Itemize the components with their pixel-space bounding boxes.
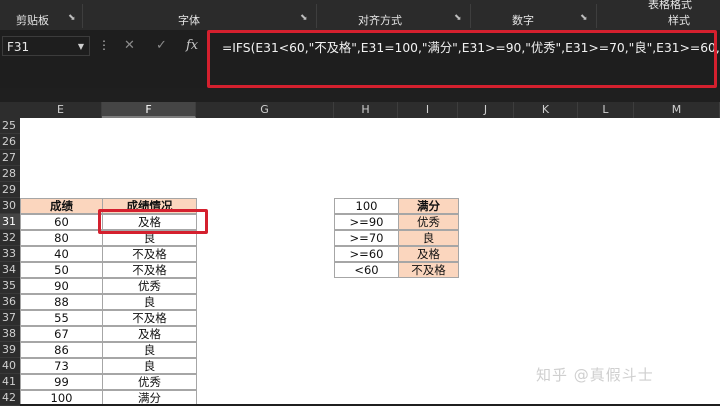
score-cell[interactable]: 80 — [20, 230, 103, 246]
more-options-icon[interactable]: ⋮ — [98, 38, 110, 52]
ribbon-separator — [596, 4, 597, 28]
score-cell[interactable]: 50 — [20, 262, 103, 278]
score-cell[interactable]: 100 — [20, 390, 103, 404]
level-cell[interactable]: 满分 — [398, 198, 459, 214]
cancel-icon[interactable]: ✕ — [124, 38, 135, 53]
grade-cell[interactable]: 满分 — [102, 390, 197, 404]
chevron-down-icon[interactable]: ▼ — [78, 37, 84, 57]
threshold-cell[interactable]: <60 — [334, 262, 399, 278]
styles-group-label: 样式 — [668, 14, 690, 27]
grade-cell[interactable]: 不及格 — [102, 310, 197, 326]
grade-cell[interactable]: 不及格 — [102, 262, 197, 278]
threshold-cell[interactable]: >=90 — [334, 214, 399, 230]
ribbon-separator — [470, 4, 471, 28]
score-cell[interactable]: 40 — [20, 246, 103, 262]
alignment-group-label: 对齐方式 — [358, 14, 402, 27]
formula-highlight-box — [207, 30, 717, 88]
cell-highlight-box — [98, 209, 208, 234]
threshold-cell[interactable]: 100 — [334, 198, 399, 214]
watermark: 知乎 @真假斗士 — [536, 364, 654, 385]
column-header-h[interactable]: H — [334, 102, 398, 118]
level-cell[interactable]: 良 — [398, 230, 459, 246]
clipboard-group-label: 剪贴板 — [16, 14, 49, 27]
table-format-button[interactable]: 表格格式 — [648, 0, 692, 12]
row-header-30[interactable]: 30 — [0, 198, 20, 214]
grade-cell[interactable]: 良 — [102, 294, 197, 310]
row-header-26[interactable]: 26 — [0, 134, 20, 150]
column-header-f[interactable]: F — [102, 102, 196, 118]
enter-icon[interactable]: ✓ — [156, 38, 167, 53]
column-header-i[interactable]: I — [398, 102, 458, 118]
ribbon-separator — [82, 4, 83, 28]
grade-cell[interactable]: 不及格 — [102, 246, 197, 262]
row-header-29[interactable]: 29 — [0, 182, 20, 198]
alignment-launcher-icon[interactable]: ⬊ — [454, 13, 462, 23]
row-header-34[interactable]: 34 — [0, 262, 20, 278]
score-cell[interactable]: 88 — [20, 294, 103, 310]
row-header-31[interactable]: 31 — [0, 214, 20, 230]
header-cell-score[interactable]: 成绩 — [20, 198, 103, 214]
score-cell[interactable]: 73 — [20, 358, 103, 374]
level-cell[interactable]: 不及格 — [398, 262, 459, 278]
grade-cell[interactable]: 及格 — [102, 326, 197, 342]
grade-cell[interactable]: 良 — [102, 342, 197, 358]
level-cell[interactable]: 及格 — [398, 246, 459, 262]
level-cell[interactable]: 优秀 — [398, 214, 459, 230]
name-box-value: F31 — [7, 40, 30, 54]
row-header-28[interactable]: 28 — [0, 166, 20, 182]
grade-cell[interactable]: 优秀 — [102, 278, 197, 294]
clipboard-launcher-icon[interactable]: ⬊ — [68, 13, 76, 23]
number-launcher-icon[interactable]: ⬊ — [580, 13, 588, 23]
select-all-corner[interactable] — [0, 102, 21, 118]
font-group-label: 字体 — [178, 14, 200, 27]
grade-cell[interactable]: 优秀 — [102, 374, 197, 390]
watermark-text: 知乎 @真假斗士 — [536, 366, 654, 384]
column-header-k[interactable]: K — [514, 102, 578, 118]
row-header-27[interactable]: 27 — [0, 150, 20, 166]
column-header-m[interactable]: M — [634, 102, 720, 118]
score-cell[interactable]: 90 — [20, 278, 103, 294]
toolbar-gap — [0, 88, 720, 102]
worksheet-grid[interactable]: 成绩 成绩情况 60 及格 80 良 40 不及格 50 不及格 90 优秀 88 良 55 不及格 67 及格 8… — [20, 118, 720, 404]
score-cell[interactable]: 86 — [20, 342, 103, 358]
score-cell[interactable]: 60 — [20, 214, 103, 230]
row-header-39[interactable]: 39 — [0, 342, 20, 358]
row-header-25[interactable]: 25 — [0, 118, 20, 134]
ribbon-separator — [316, 4, 317, 28]
name-box[interactable]: F31 ▼ — [2, 36, 90, 56]
row-header-38[interactable]: 38 — [0, 326, 20, 342]
score-cell[interactable]: 67 — [20, 326, 103, 342]
number-group-label: 数字 — [512, 14, 534, 27]
row-header-40[interactable]: 40 — [0, 358, 20, 374]
column-header-l[interactable]: L — [578, 102, 634, 118]
threshold-cell[interactable]: >=70 — [334, 230, 399, 246]
row-header-35[interactable]: 35 — [0, 278, 20, 294]
row-header-32[interactable]: 32 — [0, 230, 20, 246]
row-header-37[interactable]: 37 — [0, 310, 20, 326]
row-header-41[interactable]: 41 — [0, 374, 20, 390]
column-header-j[interactable]: J — [458, 102, 514, 118]
font-launcher-icon[interactable]: ⬊ — [300, 13, 308, 23]
score-cell[interactable]: 55 — [20, 310, 103, 326]
column-header-g[interactable]: G — [196, 102, 334, 118]
row-header-36[interactable]: 36 — [0, 294, 20, 310]
ribbon: 剪贴板 ⬊ 字体 ⬊ 对齐方式 ⬊ 数字 ⬊ 表格格式 样式 — [0, 0, 720, 30]
score-cell[interactable]: 99 — [20, 374, 103, 390]
threshold-cell[interactable]: >=60 — [334, 246, 399, 262]
insert-function-icon[interactable]: fx — [186, 38, 198, 53]
grade-cell[interactable]: 良 — [102, 358, 197, 374]
row-header-33[interactable]: 33 — [0, 246, 20, 262]
column-header-e[interactable]: E — [20, 102, 102, 118]
